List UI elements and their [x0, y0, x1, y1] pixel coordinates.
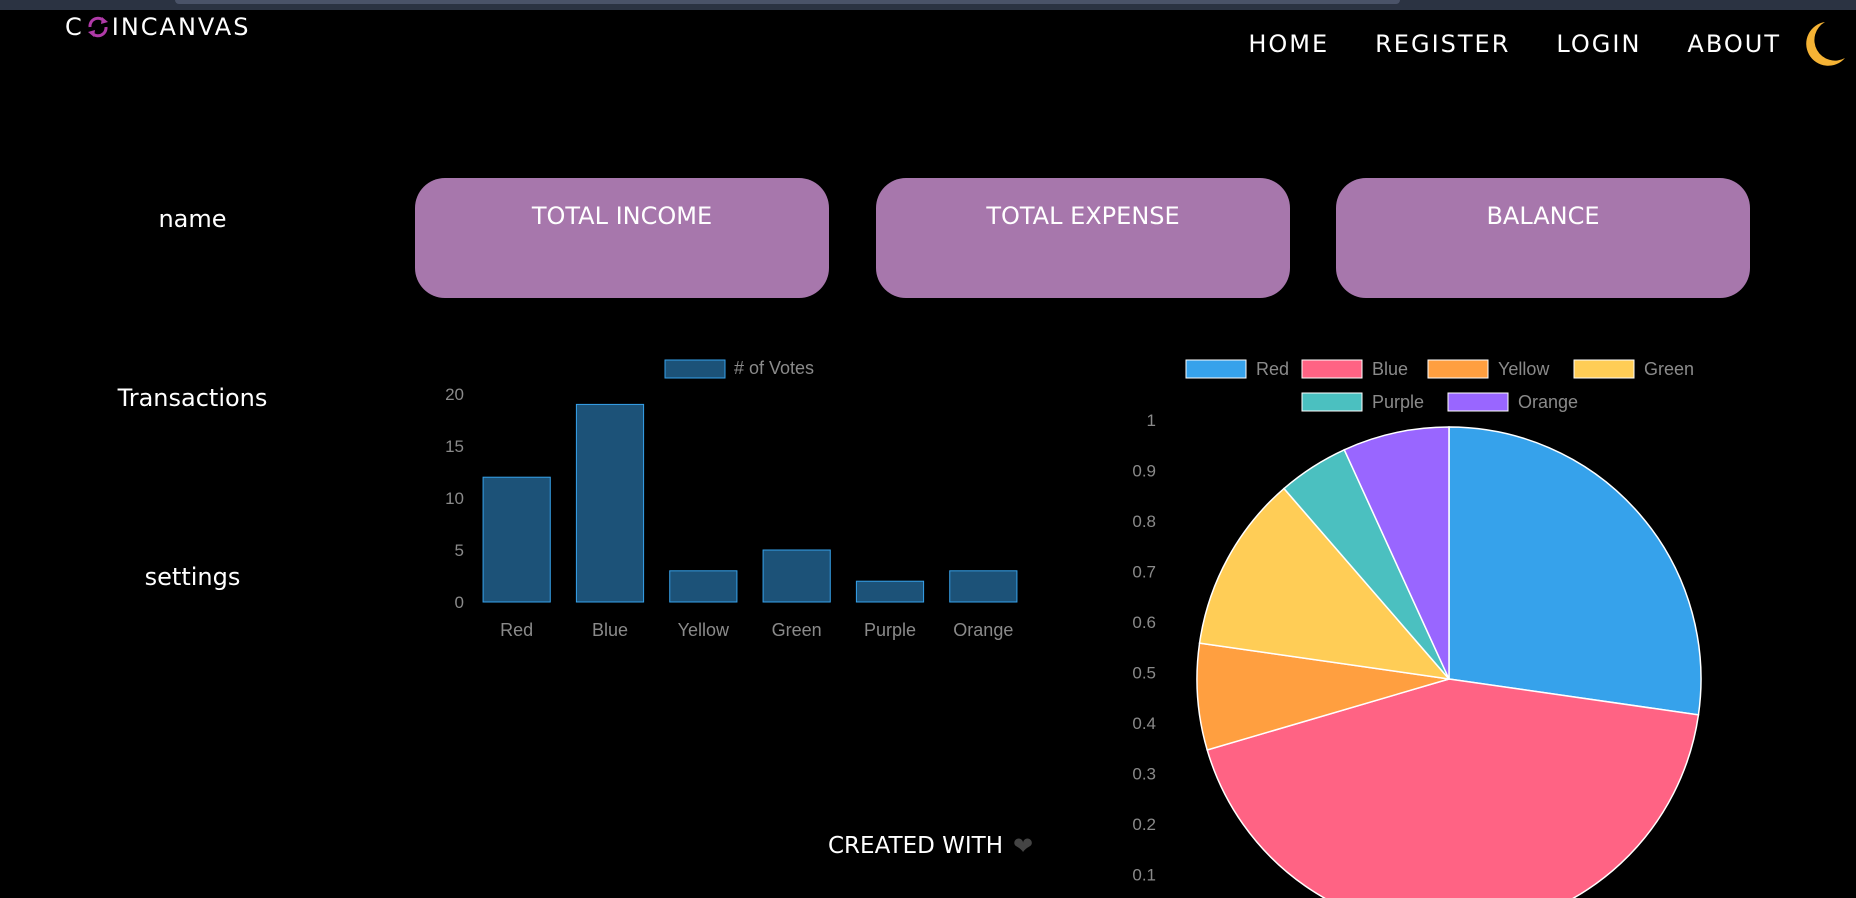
heart-icon: ❤ — [1013, 832, 1034, 860]
nav-login[interactable]: LOGIN — [1556, 30, 1641, 58]
bar-ytick-label: 5 — [455, 541, 464, 560]
bar-xtick-label: Red — [500, 620, 533, 640]
total-income-title: TOTAL INCOME — [531, 202, 713, 230]
pie-legend-swatch-yellow — [1427, 359, 1489, 379]
pie-ytick-label: 0.9 — [1132, 462, 1156, 481]
pie-ytick-label: 0.5 — [1132, 664, 1156, 683]
bar-xtick-label: Yellow — [678, 620, 730, 640]
pie-legend-swatch-green — [1573, 359, 1635, 379]
bar-green — [762, 549, 831, 603]
pie-ytick-label: 0.7 — [1132, 563, 1156, 582]
bar-blue — [575, 403, 645, 603]
pie-ytick-label: 0.1 — [1132, 866, 1156, 885]
logo[interactable]: C INCANVAS — [65, 12, 250, 42]
bar-xtick-label: Blue — [592, 620, 628, 640]
bar-chart: # of Votes 0 5 10 15 20 Red Blue Yellow Green Purp… — [445, 358, 1018, 640]
sidebar-item-settings[interactable]: settings — [80, 563, 305, 591]
sidebar-item-name[interactable]: name — [80, 205, 305, 233]
bar-purple — [855, 580, 925, 603]
pie-ytick-label: 0.6 — [1132, 613, 1156, 632]
bar-legend: # of Votes — [664, 358, 814, 379]
pie-legend-label: Red — [1256, 359, 1289, 379]
bar-yellow — [669, 570, 738, 603]
pie-ytick-label: 1 — [1147, 411, 1156, 430]
bar-ytick-label: 20 — [445, 385, 464, 404]
logo-prefix: C — [65, 13, 84, 41]
pie-legend-swatch-orange — [1447, 392, 1509, 412]
nav-register[interactable]: REGISTER — [1375, 30, 1510, 58]
balance-title: BALANCE — [1486, 202, 1600, 230]
bar-red — [482, 476, 551, 603]
nav-about[interactable]: ABOUT — [1687, 30, 1781, 58]
browser-top-strip — [0, 0, 1856, 10]
pie-legend: Red Blue Yellow Green Purple Orange — [1185, 359, 1694, 412]
bar-legend-swatch — [664, 359, 726, 379]
bar-ytick-label: 15 — [445, 437, 464, 456]
main-nav: HOME REGISTER LOGIN ABOUT — [1248, 30, 1781, 58]
total-expense-card: TOTAL EXPENSE — [876, 178, 1290, 298]
total-expense-title: TOTAL EXPENSE — [986, 202, 1180, 230]
pie-ytick-label: 0.3 — [1132, 765, 1156, 784]
bar-ytick-label: 0 — [455, 593, 464, 612]
pie-ytick-label: 0.2 — [1132, 815, 1156, 834]
footer: CREATED WITH ❤ — [828, 832, 1033, 860]
bar-orange — [949, 570, 1018, 603]
logo-suffix: INCANVAS — [111, 13, 251, 41]
balance-card: BALANCE — [1336, 178, 1750, 298]
pie-chart: Red Blue Yellow Green Purple Orange 1 0.9 0.8 0.7… — [1132, 359, 1702, 898]
bar-xtick-label: Green — [772, 620, 822, 640]
pie-legend-label: Orange — [1518, 392, 1578, 412]
pie-legend-label: Purple — [1372, 392, 1424, 412]
pie-legend-swatch-blue — [1301, 359, 1363, 379]
bar-xtick-label: Orange — [953, 620, 1013, 640]
pie-legend-label: Yellow — [1498, 359, 1550, 379]
pie-legend-label: Blue — [1372, 359, 1408, 379]
footer-text: CREATED WITH — [828, 833, 1003, 859]
pie-ytick-label: 0.8 — [1132, 512, 1156, 531]
bar-ytick-label: 10 — [445, 489, 464, 508]
bar-xtick-label: Purple — [864, 620, 916, 640]
nav-home[interactable]: HOME — [1248, 30, 1329, 58]
total-income-card: TOTAL INCOME — [415, 178, 829, 298]
browser-scroll-track — [175, 0, 1400, 4]
coin-cycle-icon — [87, 16, 108, 38]
pie-legend-swatch-purple — [1301, 392, 1363, 412]
moon-icon[interactable] — [1795, 18, 1845, 72]
bar-legend-label: # of Votes — [734, 358, 814, 378]
pie-legend-label: Green — [1644, 359, 1694, 379]
pie-legend-swatch-red — [1185, 359, 1247, 379]
sidebar-item-transactions[interactable]: Transactions — [80, 384, 305, 412]
pie-ytick-label: 0.4 — [1132, 714, 1156, 733]
pie-slice-red — [1448, 426, 1702, 716]
